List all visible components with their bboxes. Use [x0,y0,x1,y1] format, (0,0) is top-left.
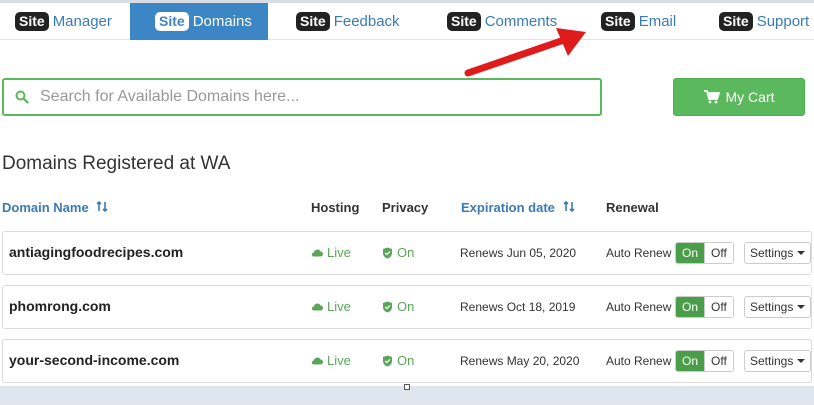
site-badge: Site [719,12,753,31]
toggle-on[interactable]: On [676,243,705,263]
privacy-status: On [382,299,414,314]
domain-search-input[interactable] [40,88,580,106]
cloud-icon [311,303,323,311]
tab-label: Email [638,13,677,30]
tab-manager[interactable]: Site Manager [15,3,112,40]
column-header-privacy: Privacy [382,200,429,215]
privacy-status: On [382,245,414,260]
hosting-status: Live [311,299,351,314]
tab-label: Feedback [333,13,400,30]
hosting-status: Live [311,245,351,260]
toggle-off[interactable]: Off [704,297,733,317]
domain-search-box [2,78,602,116]
shield-icon [383,247,392,258]
settings-dropdown-button[interactable]: Settings [744,242,812,264]
site-badge: Site [155,12,189,31]
domain-name[interactable]: phomrong.com [9,298,111,314]
expiration-date: Renews Jun 05, 2020 [460,246,577,260]
chevron-down-icon [797,251,806,255]
table-row: antiagingfoodrecipes.com Live On Renews … [2,231,812,275]
cloud-icon [311,249,323,257]
tab-feedback[interactable]: Site Feedback [296,3,400,40]
domain-name[interactable]: your-second-income.com [9,352,179,368]
site-badge: Site [296,12,330,31]
tab-label: Manager [52,13,112,30]
top-nav: Site Manager Site Domains Site Feedback … [0,0,814,40]
renewal-label: Auto Renew [606,354,672,368]
toggle-on[interactable]: On [676,351,705,371]
toggle-on[interactable]: On [676,297,705,317]
hosting-label: Live [327,353,351,368]
my-cart-label: My Cart [725,89,775,105]
shield-icon [383,301,392,312]
domain-name[interactable]: antiagingfoodrecipes.com [9,244,183,260]
settings-label: Settings [750,246,794,260]
auto-renew-toggle[interactable]: On Off [675,242,734,264]
tab-support[interactable]: Site Support [719,3,809,40]
column-header-renewal: Renewal [606,200,659,215]
sort-icon [562,200,575,215]
resize-handle[interactable] [404,384,410,390]
settings-label: Settings [750,354,794,368]
privacy-status: On [382,353,414,368]
toggle-off[interactable]: Off [704,243,733,263]
site-badge: Site [601,12,635,31]
hosting-label: Live [327,245,351,260]
settings-dropdown-button[interactable]: Settings [744,296,812,318]
auto-renew-toggle[interactable]: On Off [675,350,734,372]
cart-icon [703,90,720,104]
column-header-label: Expiration date [461,200,555,215]
privacy-label: On [397,245,415,260]
expiration-date: Renews May 20, 2020 [460,354,580,368]
sort-icon [96,200,108,215]
annotation-arrow-icon [464,28,586,77]
column-header-expiration[interactable]: Expiration date [461,200,575,215]
hosting-label: Live [327,299,351,314]
column-header-hosting: Hosting [311,200,360,215]
chevron-down-icon [797,305,806,309]
tab-email[interactable]: Site Email [601,3,676,40]
toggle-off[interactable]: Off [704,351,733,371]
search-icon [4,80,40,114]
column-header-label: Domain Name [2,200,89,215]
tab-domains[interactable]: Site Domains [130,3,268,40]
page-title: Domains Registered at WA [2,153,231,174]
privacy-label: On [397,299,415,314]
chevron-down-icon [797,359,806,363]
tab-label: Support [756,13,810,30]
auto-renew-toggle[interactable]: On Off [675,296,734,318]
shield-icon [383,355,392,366]
cloud-icon [311,357,323,365]
table-row: phomrong.com Live On Renews Oct 18, 2019… [2,285,812,329]
my-cart-button[interactable]: My Cart [673,78,805,116]
table-row: your-second-income.com Live On Renews Ma… [2,339,812,383]
settings-label: Settings [750,300,794,314]
site-badge: Site [15,12,49,31]
renewal-label: Auto Renew [606,246,672,260]
privacy-label: On [397,353,415,368]
column-header-domain[interactable]: Domain Name [2,200,108,215]
expiration-date: Renews Oct 18, 2019 [460,300,576,314]
hosting-status: Live [311,353,351,368]
tab-label: Domains [192,13,252,30]
settings-dropdown-button[interactable]: Settings [744,350,812,372]
renewal-label: Auto Renew [606,300,672,314]
